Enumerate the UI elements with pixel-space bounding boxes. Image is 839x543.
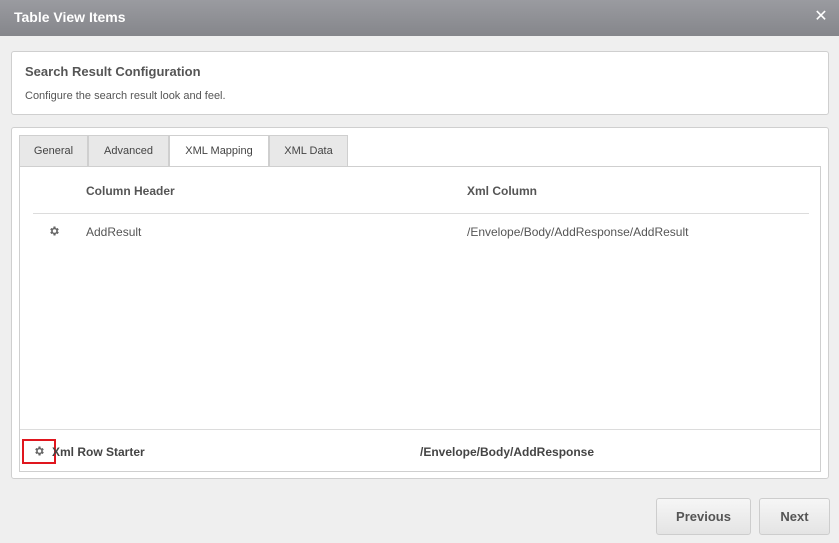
xml-row-starter-label: Xml Row Starter bbox=[52, 445, 145, 459]
config-description: Configure the search result look and fee… bbox=[25, 90, 226, 102]
column-header-heading: Column Header bbox=[86, 184, 175, 198]
row-column-header: AddResult bbox=[86, 225, 142, 239]
close-icon[interactable]: ✕ bbox=[813, 9, 829, 25]
tab-xml-mapping[interactable]: XML Mapping bbox=[169, 135, 269, 168]
tab-container: General Advanced XML Mapping XML Data Co… bbox=[11, 127, 829, 479]
next-button[interactable]: Next bbox=[759, 498, 830, 535]
config-title: Search Result Configuration bbox=[25, 64, 201, 79]
footer-divider bbox=[20, 429, 820, 430]
previous-button[interactable]: Previous bbox=[656, 498, 751, 535]
xml-row-starter-value: /Envelope/Body/AddResponse bbox=[420, 445, 595, 459]
tab-xml-data[interactable]: XML Data bbox=[269, 135, 348, 167]
xml-column-heading: Xml Column bbox=[467, 184, 538, 198]
dialog-titlebar: Table View Items ✕ bbox=[0, 0, 839, 36]
search-result-config-panel: Search Result Configuration Configure th… bbox=[11, 51, 829, 115]
gear-icon[interactable] bbox=[48, 225, 60, 237]
table-view-items-dialog: Table View Items ✕ Search Result Configu… bbox=[0, 0, 839, 543]
tab-advanced[interactable]: Advanced bbox=[88, 135, 169, 167]
row-xml-column: /Envelope/Body/AddResponse/AddResult bbox=[467, 225, 689, 239]
tab-general[interactable]: General bbox=[19, 135, 88, 167]
header-divider bbox=[33, 213, 809, 214]
gear-icon[interactable] bbox=[33, 445, 45, 457]
xml-mapping-panel: Column Header Xml Column AddResult /Enve… bbox=[19, 166, 821, 472]
dialog-title: Table View Items bbox=[14, 9, 126, 25]
